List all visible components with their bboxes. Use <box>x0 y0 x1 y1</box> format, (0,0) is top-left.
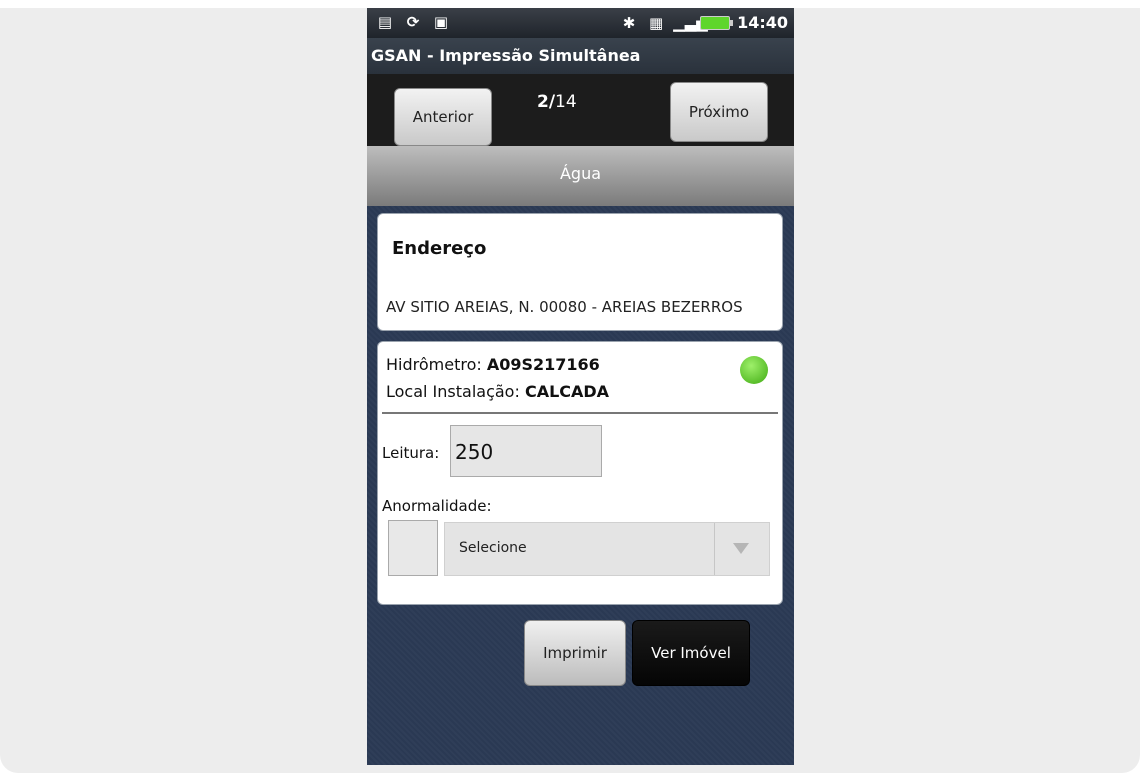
chevron-down-icon <box>733 543 749 554</box>
anomaly-select-value: Selecione <box>459 540 527 556</box>
clock: 14:40 <box>737 13 788 32</box>
address-card: Endereço AV SITIO AREIAS, N. 00080 - ARE… <box>377 213 783 331</box>
phone-screen: ▤ ⟳ ▣ ✱ ▦ ▁▃▅ 14:40 GSAN - Impressão Sim… <box>367 8 794 765</box>
address-heading: Endereço <box>392 238 487 259</box>
anomaly-label: Anormalidade: <box>382 497 492 515</box>
battery-icon <box>700 15 734 30</box>
view-property-button[interactable]: Ver Imóvel <box>632 620 750 686</box>
address-value: AV SITIO AREIAS, N. 00080 - AREIAS BEZER… <box>386 298 743 316</box>
current-page: 2/ <box>537 92 556 112</box>
section-title: Água <box>367 146 794 206</box>
anomaly-code-input[interactable] <box>388 520 438 576</box>
usb-icon: ▣ <box>433 13 449 31</box>
notification-icon: ▤ <box>377 13 393 31</box>
meter-label: Hidrômetro: <box>386 355 487 374</box>
page-indicator: 2/14 <box>537 92 577 112</box>
next-button[interactable]: Próximo <box>670 82 768 142</box>
sd-card-icon: ▦ <box>648 13 664 32</box>
status-indicator-icon <box>740 356 768 384</box>
anomaly-select[interactable]: Selecione <box>444 522 770 576</box>
sync-icon: ⟳ <box>406 13 420 31</box>
bluetooth-icon: ✱ <box>622 13 636 32</box>
installation-label: Local Instalação: <box>386 382 525 401</box>
meter-number: A09S217166 <box>486 355 600 374</box>
reading-card: Hidrômetro: A09S217166 Local Instalação:… <box>377 341 783 605</box>
print-button[interactable]: Imprimir <box>524 620 626 686</box>
total-pages: 14 <box>555 92 577 112</box>
meter-info: Hidrômetro: A09S217166 <box>386 355 600 374</box>
select-divider <box>714 523 715 575</box>
installation-info: Local Instalação: CALCADA <box>386 382 609 401</box>
status-bar: ▤ ⟳ ▣ ✱ ▦ ▁▃▅ 14:40 <box>367 8 794 38</box>
pager-bar: Anterior 2/14 Próximo <box>367 74 794 146</box>
installation-value: CALCADA <box>524 382 610 401</box>
divider <box>382 412 778 414</box>
previous-button[interactable]: Anterior <box>394 88 492 146</box>
signal-icon: ▁▃▅ <box>673 13 708 32</box>
reading-input[interactable]: 250 <box>450 425 602 477</box>
reading-label: Leitura: <box>382 444 440 462</box>
app-title: GSAN - Impressão Simultânea <box>367 38 794 74</box>
